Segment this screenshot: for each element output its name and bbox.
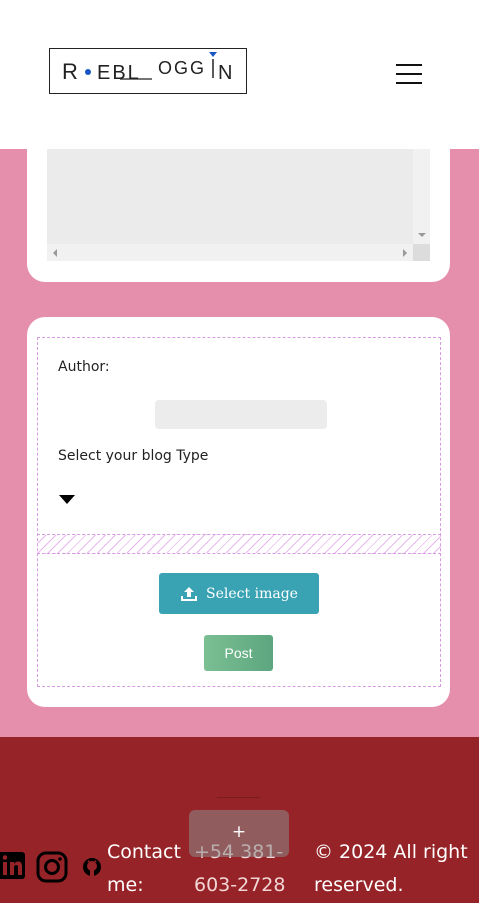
post-form: Author: Select your blog Type Select ima… [37, 337, 441, 687]
logo-part-n: N [218, 62, 232, 84]
logo-accent [209, 52, 217, 57]
post-button[interactable]: Post [204, 635, 273, 671]
blog-type-select[interactable] [59, 495, 75, 504]
vertical-scrollbar[interactable] [413, 149, 430, 244]
hamburger-icon [396, 64, 422, 66]
footer-divider [217, 797, 260, 798]
blog-type-label: Select your blog Type [58, 448, 209, 464]
select-image-button[interactable]: Select image [159, 573, 319, 614]
upload-icon [181, 586, 198, 601]
instagram-icon[interactable] [36, 851, 68, 883]
hamburger-menu-button[interactable] [396, 62, 424, 86]
site-header: R EBL OGG N [0, 0, 479, 149]
divider-hatch [37, 534, 441, 554]
author-label: Author: [58, 359, 110, 375]
post-form-card: Author: Select your blog Type Select ima… [27, 317, 450, 707]
scroll-left-icon[interactable] [53, 249, 57, 257]
select-image-label: Select image [206, 585, 298, 602]
logo-dot [85, 69, 91, 75]
author-input[interactable] [155, 400, 327, 429]
scroll-right-icon[interactable] [403, 249, 407, 257]
github-icon[interactable] [82, 857, 102, 877]
linkedin-icon[interactable] [0, 851, 26, 881]
contact-label: Contact me: [107, 841, 181, 896]
logo-part-r: R [62, 59, 78, 84]
logo-part-ogg: OGG [158, 58, 206, 78]
copyright-text: © 2024 All right reserved. [314, 841, 468, 896]
horizontal-scrollbar[interactable] [47, 244, 413, 261]
content-textarea[interactable] [47, 149, 430, 261]
scroll-down-icon[interactable] [418, 233, 426, 237]
logo-mark: R EBL OGG N [62, 52, 232, 84]
add-button[interactable]: + [189, 810, 289, 857]
site-footer: Contact me: +54 381-603-2728 © 2024 All … [0, 737, 479, 903]
resize-corner[interactable] [413, 244, 430, 261]
content-card [27, 130, 450, 282]
site-logo[interactable]: R EBL OGG N [49, 48, 247, 94]
logo-part-ebl: EBL [97, 62, 141, 84]
